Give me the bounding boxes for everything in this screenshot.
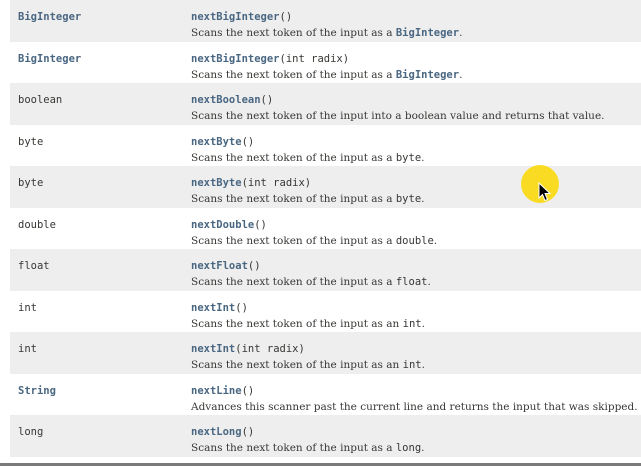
description-code: int — [402, 359, 422, 371]
table-row: BigInteger nextBigInteger() Scans the ne… — [10, 0, 641, 42]
mouse-pointer-icon — [538, 182, 552, 202]
method-signature: nextBigInteger(int radix) — [191, 53, 349, 65]
description-suffix: . — [459, 68, 463, 81]
table-row: byte nextByte() Scans the next token of … — [10, 125, 641, 167]
method-description: Scans the next token of the input as a b… — [191, 193, 425, 205]
description-suffix: . — [421, 442, 425, 454]
table-row: int nextInt() Scans the next token of th… — [10, 291, 641, 333]
description-text: Scans the next token of the input as a — [191, 151, 396, 164]
description-suffix: . — [427, 276, 431, 288]
method-signature: nextByte(int radix) — [191, 177, 311, 189]
description-code: byte — [395, 151, 422, 164]
method-summary-table: BigInteger nextBigInteger() Scans the ne… — [10, 0, 641, 466]
method-params: () — [254, 218, 267, 231]
description-code-link[interactable]: BigInteger — [396, 27, 459, 39]
description-text: Scans the next token of the input as a — [191, 234, 396, 247]
return-type: boolean — [18, 94, 63, 106]
method-signature: nextBoolean() — [191, 94, 273, 106]
method-name-link[interactable]: nextBoolean — [191, 94, 261, 106]
method-description: Advances this scanner past the current l… — [191, 401, 638, 413]
method-signature: nextLong() — [191, 426, 254, 438]
description-suffix: . — [421, 359, 425, 371]
method-description: Scans the next token of the input as a d… — [191, 235, 437, 247]
method-signature: nextInt(int radix) — [191, 343, 305, 355]
table-row: long nextLong() Scans the next token of … — [10, 415, 641, 457]
method-signature: nextBigInteger() — [191, 11, 292, 23]
method-params: () — [241, 426, 255, 438]
method-name-link[interactable]: nextBigInteger — [191, 53, 280, 65]
description-text: Scans the next token of the input as a — [191, 276, 396, 288]
method-description: Scans the next token of the input into a… — [191, 110, 605, 122]
return-type: int — [18, 343, 37, 355]
method-params: () — [279, 11, 293, 23]
description-text: Advances this scanner past the current l… — [191, 400, 638, 413]
method-params: () — [241, 135, 255, 148]
table-row: int nextInt(int radix) Scans the next to… — [10, 332, 641, 374]
method-name-link[interactable]: nextInt — [191, 343, 235, 355]
method-name-link[interactable]: nextInt — [191, 302, 235, 314]
table-row: String nextLine() Advances this scanner … — [10, 374, 641, 416]
description-text: Scans the next token of the input into a… — [191, 110, 605, 122]
method-description: Scans the next token of the input as a B… — [191, 27, 462, 39]
method-description: Scans the next token of the input as a B… — [191, 69, 462, 81]
return-type: byte — [18, 177, 44, 189]
method-params: (int radix) — [241, 177, 312, 189]
description-code: double — [395, 234, 434, 247]
description-text: Scans the next token of the input as a — [191, 193, 396, 205]
return-type-link[interactable]: BigInteger — [18, 11, 81, 23]
description-suffix: . — [421, 317, 425, 330]
description-code: long — [395, 442, 422, 454]
method-description: Scans the next token of the input as an … — [191, 318, 425, 330]
method-signature: nextInt() — [191, 302, 248, 314]
description-suffix: . — [459, 27, 463, 39]
description-code: byte — [395, 193, 422, 205]
description-code: float — [395, 276, 428, 288]
return-type: byte — [18, 135, 44, 148]
return-type: float — [18, 260, 50, 272]
method-signature: nextLine() — [191, 385, 254, 397]
description-text: Scans the next token of the input as a — [191, 27, 396, 39]
table-row: double nextDouble() Scans the next token… — [10, 208, 641, 250]
description-text: Scans the next token of the input as an — [191, 317, 403, 330]
return-type: int — [18, 301, 37, 314]
method-name-link[interactable]: nextLong — [191, 426, 242, 438]
method-name-link[interactable]: nextLine — [191, 385, 242, 397]
method-params: () — [235, 301, 248, 314]
table-row: BigInteger nextBigInteger(int radix) Sca… — [10, 42, 641, 84]
return-type: long — [18, 426, 44, 438]
description-suffix: . — [421, 151, 425, 164]
method-description: Scans the next token of the input as an … — [191, 359, 425, 371]
table-row: boolean nextBoolean() Scans the next tok… — [10, 83, 641, 125]
return-type-link[interactable]: String — [18, 385, 56, 397]
description-code: int — [402, 317, 422, 330]
method-params: (int radix) — [279, 52, 350, 65]
return-type-link[interactable]: BigInteger — [18, 53, 81, 65]
table-row: float nextFloat() Scans the next token o… — [10, 249, 641, 291]
description-suffix: . — [433, 234, 438, 247]
method-name-link[interactable]: nextByte — [191, 136, 242, 148]
method-name-link[interactable]: nextByte — [191, 177, 242, 189]
method-description: Scans the next token of the input as a l… — [191, 442, 425, 454]
description-code-link[interactable]: BigInteger — [396, 69, 459, 81]
method-description: Scans the next token of the input as a b… — [191, 152, 425, 164]
method-signature: nextDouble() — [191, 219, 267, 231]
method-description: Scans the next token of the input as a f… — [191, 276, 431, 288]
method-name-link[interactable]: nextBigInteger — [191, 11, 280, 23]
method-params: () — [260, 94, 274, 106]
method-params: () — [241, 384, 255, 397]
return-type: double — [18, 218, 56, 231]
description-suffix: . — [421, 193, 425, 205]
method-params: () — [247, 260, 261, 272]
method-signature: nextFloat() — [191, 260, 261, 272]
method-name-link[interactable]: nextFloat — [191, 260, 248, 272]
method-signature: nextByte() — [191, 136, 254, 148]
method-params: (int radix) — [235, 343, 305, 355]
description-text: Scans the next token of the input as a — [191, 68, 396, 81]
description-text: Scans the next token of the input as an — [191, 359, 403, 371]
method-name-link[interactable]: nextDouble — [191, 219, 254, 231]
description-text: Scans the next token of the input as a — [191, 442, 396, 454]
